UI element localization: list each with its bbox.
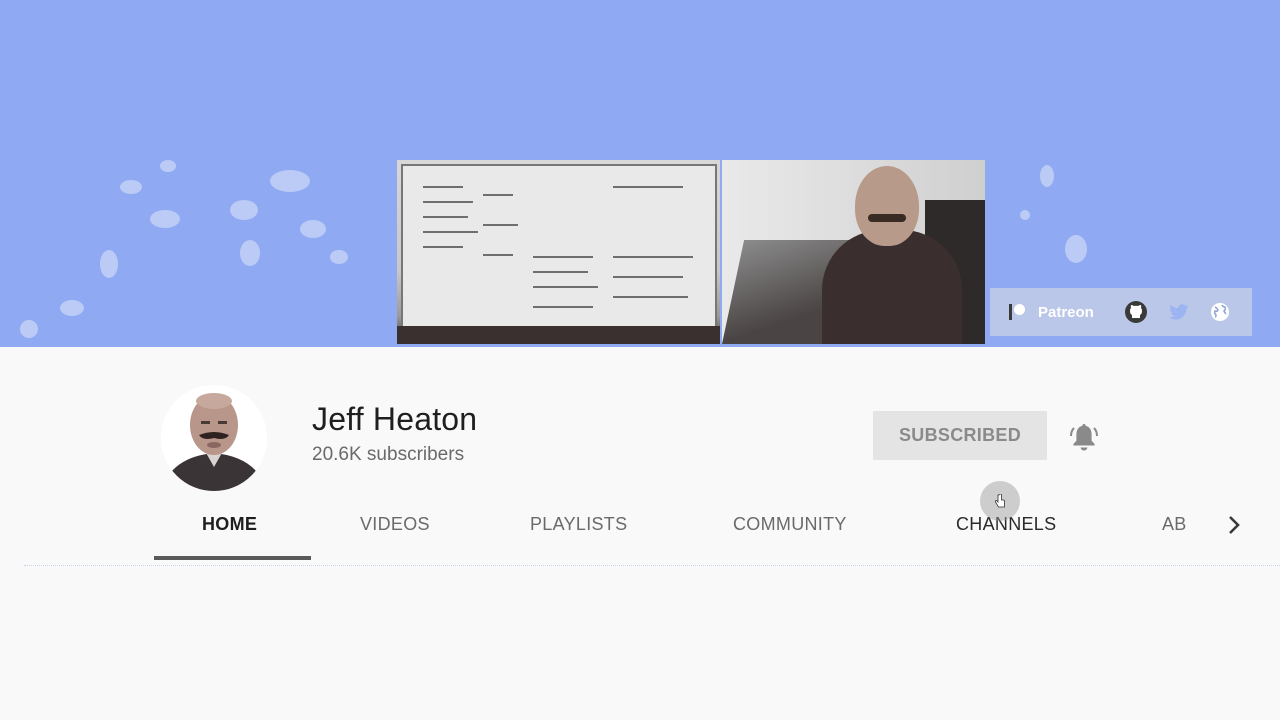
active-tab-indicator xyxy=(154,556,311,560)
globe-icon xyxy=(1210,303,1229,321)
tab-playlists[interactable]: PLAYLISTS xyxy=(530,514,627,535)
channel-name: Jeff Heaton xyxy=(312,401,478,437)
bell-icon xyxy=(1070,424,1098,451)
patreon-label: Patreon xyxy=(1038,303,1094,321)
tab-videos[interactable]: VIDEOS xyxy=(360,514,430,535)
subscriber-count: 20.6K subscribers xyxy=(312,444,465,465)
patreon-link[interactable]: Patreon xyxy=(1008,303,1094,321)
website-link[interactable] xyxy=(1208,300,1232,324)
tabs-divider xyxy=(24,565,1280,567)
chevron-right-icon[interactable] xyxy=(1221,512,1247,538)
github-icon xyxy=(1124,301,1147,323)
notification-bell-button[interactable] xyxy=(1066,419,1102,455)
patreon-icon xyxy=(1008,303,1026,321)
channel-content-area xyxy=(0,572,1280,720)
github-link[interactable] xyxy=(1124,300,1148,324)
youtube-channel-page: Patreon Jeff Heaton 20.6K subscribers SU… xyxy=(0,0,1280,720)
tab-community[interactable]: COMMUNITY xyxy=(733,514,847,535)
twitter-link[interactable] xyxy=(1166,300,1190,324)
tab-about[interactable]: AB xyxy=(1162,514,1187,535)
channel-banner: Patreon xyxy=(0,0,1280,347)
social-links-bar: Patreon xyxy=(990,288,1252,336)
whiteboard-photo xyxy=(397,160,720,344)
mouse-cursor-indicator xyxy=(980,481,1020,521)
tab-home[interactable]: HOME xyxy=(202,514,257,535)
channel-header: Jeff Heaton 20.6K subscribers SUBSCRIBED… xyxy=(0,347,1280,572)
channel-tabs: HOME VIDEOS PLAYLISTS COMMUNITY CHANNELS… xyxy=(0,504,1280,560)
hand-cursor-icon xyxy=(994,494,1005,508)
subscribed-button[interactable]: SUBSCRIBED xyxy=(873,411,1047,460)
twitter-icon xyxy=(1168,304,1188,320)
portrait-photo xyxy=(722,160,985,344)
channel-avatar[interactable] xyxy=(161,385,267,491)
